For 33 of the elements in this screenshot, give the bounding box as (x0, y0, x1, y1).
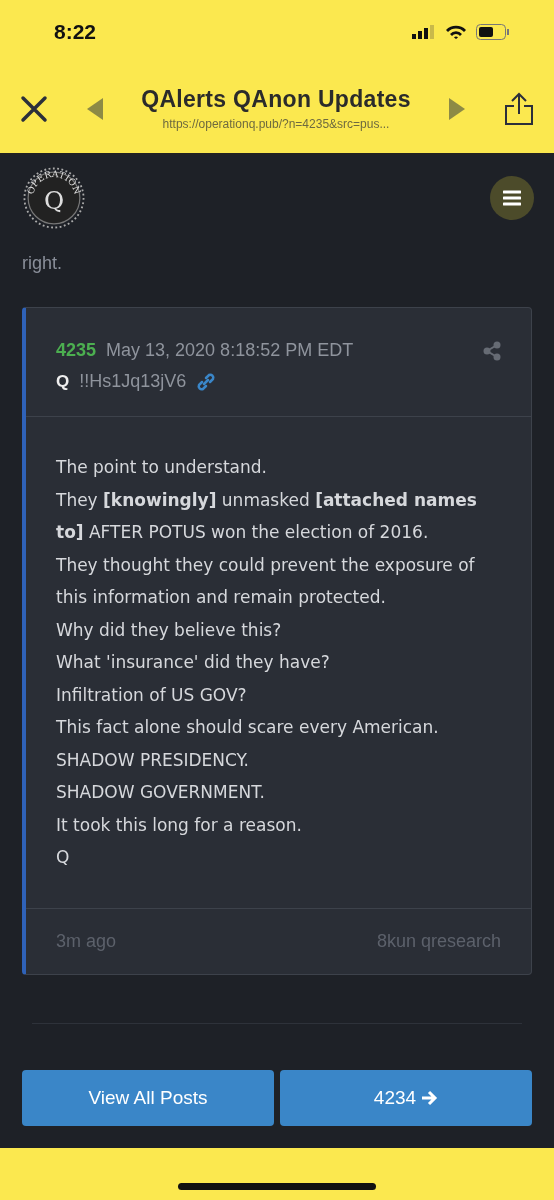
close-button[interactable] (20, 94, 48, 123)
post-line: They thought they could prevent the exposure of this information and remain protected. (56, 553, 476, 609)
post-line: SHADOW GOVERNMENT. (56, 781, 266, 804)
share-icon[interactable] (483, 340, 501, 361)
battery-icon (476, 24, 510, 40)
forward-button[interactable] (449, 97, 466, 120)
share-button[interactable] (504, 91, 534, 126)
status-time: 8:22 (54, 20, 97, 44)
post-author: Q (56, 371, 70, 392)
arrow-right-icon (420, 1088, 439, 1107)
back-button[interactable] (86, 97, 103, 120)
post-line: Infiltration of US GOV? (56, 683, 248, 707)
link-icon[interactable] (196, 371, 217, 392)
wifi-icon (446, 25, 466, 39)
intro-text: right. (21, 252, 64, 275)
post-tripcode: !!Hs1Jq13jV6 (79, 371, 187, 392)
post-line: They [knowingly] unmasked [attached names to] AFTER POTUS won the election of 2016. (56, 488, 478, 544)
next-post-button[interactable]: 4234 (280, 1069, 532, 1126)
post-line: Why did they believe this? (56, 618, 283, 642)
view-all-button[interactable]: View All Posts (22, 1069, 274, 1126)
signal-icon (412, 25, 436, 39)
menu-button[interactable] (490, 176, 534, 220)
menu-icon (503, 190, 521, 206)
post-line: SHADOW PRESIDENCY. (56, 748, 250, 772)
post-line: Q (56, 846, 71, 869)
post-date: May 13, 2020 8:18:52 PM EDT (106, 340, 354, 361)
page-title: QAlerts QAnon Updates (141, 86, 411, 113)
post-number[interactable]: 4235 (56, 340, 97, 361)
post-line: The point to understand. (56, 456, 268, 479)
post-line: This fact alone should scare every American. (56, 716, 440, 739)
post-line: It took this long for a reason. (56, 813, 303, 837)
post-line: What 'insurance' did they have? (56, 651, 331, 674)
page-url: https://operationq.pub/?n=4235&src=pus... (162, 117, 390, 131)
